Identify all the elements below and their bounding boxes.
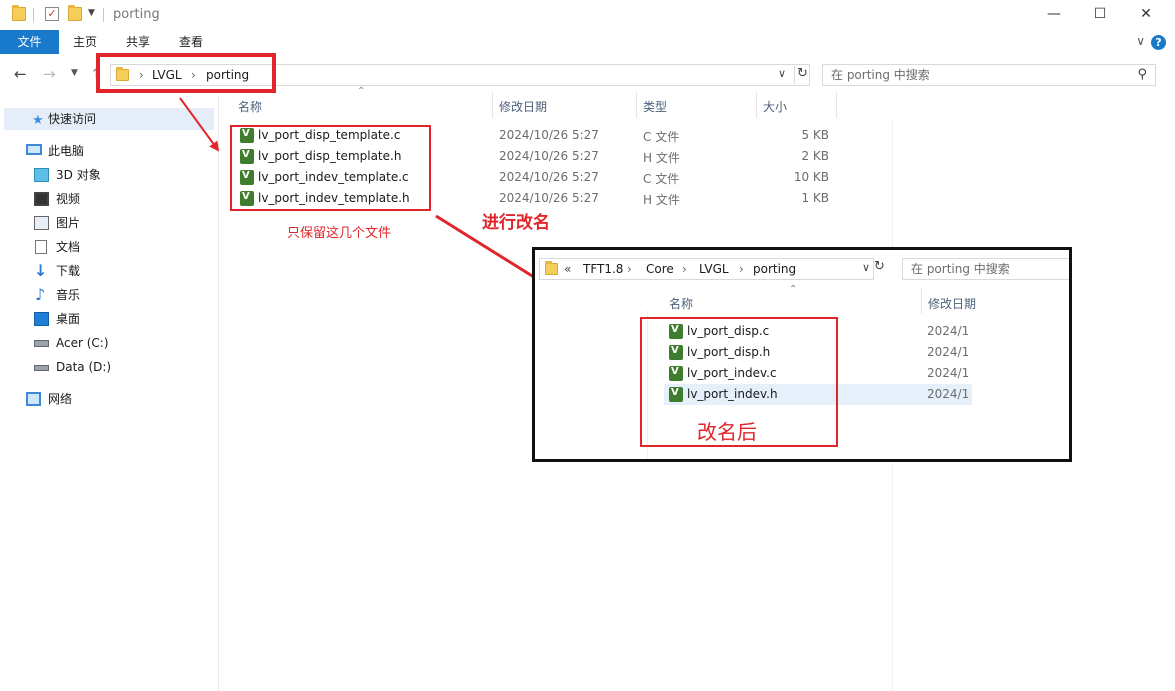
arrow-to-files bbox=[179, 97, 220, 152]
renamed-screenshot-inset: « TFT1.8 › Core › LVGL › porting ∨ ↻ 在 p… bbox=[532, 247, 1072, 462]
file-modified: 2024/1 bbox=[927, 345, 970, 359]
refresh-icon: ↻ bbox=[874, 259, 885, 274]
file-modified: 2024/1 bbox=[927, 387, 970, 401]
breadcrumb-separator: › bbox=[739, 262, 744, 276]
column-header-modified: 修改日期 bbox=[928, 297, 977, 311]
sort-arrow-icon: ⌃ bbox=[789, 284, 798, 295]
folder-icon bbox=[545, 261, 558, 275]
inset-address-bar: « TFT1.8 › Core › LVGL › porting ∨ bbox=[539, 258, 874, 280]
breadcrumb-overflow: « bbox=[564, 262, 572, 276]
search-placeholder: 在 porting 中搜索 bbox=[911, 262, 1010, 276]
file-modified: 2024/1 bbox=[927, 366, 970, 380]
file-modified: 2024/1 bbox=[927, 324, 970, 338]
breadcrumb-item: porting bbox=[753, 262, 797, 276]
breadcrumb-separator: › bbox=[682, 262, 687, 276]
breadcrumb-separator: › bbox=[627, 262, 632, 276]
breadcrumb-item: Core bbox=[646, 262, 674, 276]
annotation-after-rename: 改名后 bbox=[697, 420, 757, 444]
column-separator bbox=[921, 288, 922, 314]
column-header-name: 名称 bbox=[669, 297, 694, 311]
chevron-down-icon: ∨ bbox=[862, 261, 871, 274]
breadcrumb-item: LVGL bbox=[699, 262, 729, 276]
breadcrumb-item: TFT1.8 bbox=[583, 262, 624, 276]
inset-search-input: 在 porting 中搜索 bbox=[902, 258, 1069, 280]
